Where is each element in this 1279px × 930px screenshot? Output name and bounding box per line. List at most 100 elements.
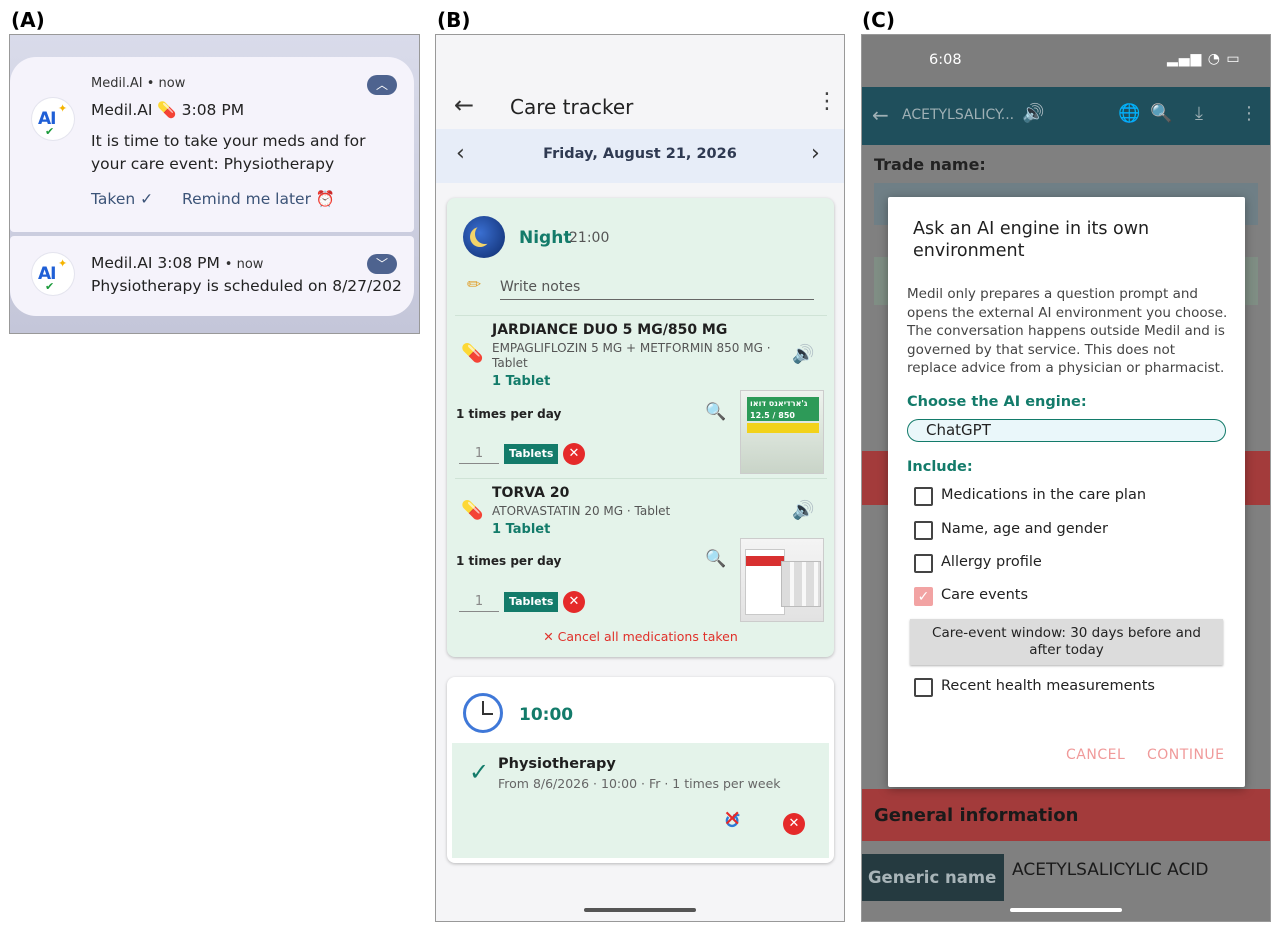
slot-label: Night — [519, 228, 572, 248]
continue-button[interactable]: CONTINUE — [1147, 747, 1225, 763]
notification-shade: AI ✦ ✔ Medil.AI • now ︿ Medil.AI 💊 3:08 … — [9, 34, 420, 334]
med-name: JARDIANCE DUO 5 MG/850 MG — [492, 322, 728, 338]
checkbox[interactable] — [914, 678, 933, 697]
close-icon: ✕ — [568, 594, 580, 609]
ask-ai-dialog: Ask an AI engine in its own environment … — [888, 197, 1245, 787]
notification-reminder[interactable]: AI ✦ ✔ Medil.AI • now ︿ Medil.AI 💊 3:08 … — [10, 57, 414, 232]
quantity-field[interactable]: 1 — [459, 592, 499, 612]
notification-body: It is time to take your meds and for you… — [91, 132, 366, 173]
expand-button[interactable]: ﹀ — [367, 254, 397, 274]
chevron-up-icon: ︿ — [375, 78, 388, 92]
app-bar: ← ACETYLSALICY... 🔊 🌐 🔍 ⤓ ⋮ — [862, 87, 1270, 145]
notification-when: • now — [146, 76, 186, 91]
cancel-all-button[interactable]: ✕ Cancel all medications taken — [447, 629, 834, 644]
home-indicator — [584, 908, 696, 912]
next-day-button[interactable]: › — [811, 141, 820, 166]
medication-photo[interactable] — [740, 538, 824, 622]
option-label: Allergy profile — [941, 554, 1042, 570]
care-event-window-button[interactable]: Care-event window: 30 days before and af… — [910, 619, 1223, 665]
remove-med-button[interactable]: ✕ — [563, 591, 585, 613]
unit-chip[interactable]: Tablets — [504, 444, 559, 464]
checkbox[interactable] — [914, 554, 933, 573]
taken-action-button[interactable]: Taken ✓ — [91, 190, 153, 208]
date-navigator: ‹ Friday, August 21, 2026 › — [436, 129, 844, 183]
close-icon: ✕ — [568, 446, 580, 461]
speaker-icon[interactable]: 🔊 — [792, 500, 814, 521]
notification-body: Physiotherapy is scheduled on 8/27/2026… — [91, 277, 401, 295]
drug-title: ACETYLSALICY... — [902, 107, 1015, 123]
panel-label-a: (A) — [11, 8, 45, 32]
quantity-field[interactable]: 1 — [459, 444, 499, 464]
pencil-icon: ✏ — [467, 275, 482, 295]
general-info-title: General information — [874, 805, 1079, 826]
option-label: Care events — [941, 587, 1029, 603]
ai-engine-select[interactable]: ChatGPT — [907, 419, 1226, 442]
checkmark-icon: ✓ — [469, 758, 490, 786]
remove-event-button[interactable]: ✕ — [783, 813, 805, 835]
cancel-button[interactable]: CANCEL — [1066, 747, 1125, 763]
check-icon: ✔ — [45, 280, 55, 293]
notification-app-name: Medil.AI — [91, 76, 143, 91]
engine-label: Choose the AI engine: — [907, 394, 1087, 410]
search-icon[interactable]: 🔍 — [1150, 103, 1172, 124]
general-info-header: General information — [862, 789, 1270, 841]
med-name: TORVA 20 — [492, 485, 570, 501]
home-indicator — [1010, 908, 1122, 912]
clock-icon — [463, 693, 503, 733]
speaker-icon[interactable]: 🔊 — [1022, 103, 1044, 124]
notes-underline — [500, 299, 814, 300]
search-icon[interactable]: 🔍 — [705, 402, 726, 422]
photo-box — [745, 549, 785, 615]
notification-title: Medil.AI 3:08 PM • now — [91, 254, 263, 272]
chevron-down-icon: ﹀ — [375, 257, 388, 271]
notification-schedule[interactable]: AI ✦ ✔ Medil.AI 3:08 PM • now ﹀ Physioth… — [10, 236, 414, 316]
medil-app-icon: AI ✦ ✔ — [32, 253, 74, 295]
med-frequency: 1 times per day — [456, 407, 562, 421]
back-arrow-icon[interactable]: ← — [454, 91, 474, 119]
checkbox-checked[interactable]: ✓ — [914, 587, 933, 606]
search-icon[interactable]: 🔍 — [705, 549, 726, 569]
page-title: Care tracker — [510, 95, 634, 119]
remind-later-action-button[interactable]: Remind me later ⏰ — [182, 190, 335, 208]
medication-photo[interactable]: ג'ארדיאנס דואו 850 / 12.5 — [740, 390, 824, 474]
med-frequency: 1 times per day — [456, 554, 562, 568]
dialog-title: Ask an AI engine in its own environment — [913, 219, 1150, 261]
divider — [455, 315, 827, 316]
check-icon: ✔ — [45, 125, 55, 138]
sparkle-icon: ✦ — [58, 102, 68, 115]
remove-med-button[interactable]: ✕ — [563, 443, 585, 465]
current-date: Friday, August 21, 2026 — [543, 146, 737, 162]
photo-blister — [781, 561, 821, 607]
notification-title-text: Medil.AI 3:08 PM — [91, 254, 220, 272]
speaker-icon[interactable]: 🔊 — [792, 344, 814, 365]
download-icon[interactable]: ⤓ — [1195, 103, 1203, 124]
med-ingredients: ATORVASTATIN 20 MG · Tablet — [492, 504, 671, 518]
checkbox[interactable] — [914, 521, 933, 540]
collapse-button[interactable]: ︿ — [367, 75, 397, 95]
option-label: Medications in the care plan — [941, 487, 1147, 503]
panel-label-b: (B) — [437, 8, 471, 32]
night-slot-card: Night 21:00 ✏ Write notes 💊 JARDIANCE DU… — [447, 198, 834, 657]
slot-time: 10:00 — [519, 705, 574, 725]
event-title: Physiotherapy — [498, 756, 616, 772]
night-moon-icon — [463, 216, 505, 258]
more-options-icon[interactable]: ⋮ — [816, 91, 838, 113]
photo-label-text: ג'ארדיאנס דואו 850 / 12.5 — [747, 397, 819, 421]
drug-info-screen: 6:08 ▂▄▆ ◔ ▭ ← ACETYLSALICY... 🔊 🌐 🔍 ⤓ ⋮… — [861, 34, 1271, 922]
app-bar: ← Care tracker ⋮ — [436, 85, 844, 129]
undo-icon[interactable]: ↺ — [723, 807, 741, 833]
signal-wifi-battery-icon: ▂▄▆ ◔ ▭ — [1167, 51, 1241, 67]
panel-label-c: (C) — [862, 8, 895, 32]
pill-icon: 💊 — [461, 500, 484, 521]
notes-placeholder[interactable]: Write notes — [500, 279, 580, 295]
status-bar: 6:08 ▂▄▆ ◔ ▭ — [862, 35, 1270, 87]
back-arrow-icon[interactable]: ← — [872, 103, 889, 127]
unit-chip[interactable]: Tablets — [504, 592, 559, 612]
event-schedule: From 8/6/2026 · 10:00 · Fr · 1 times per… — [498, 776, 781, 791]
checkbox[interactable] — [914, 487, 933, 506]
care-tracker-screen: ← Care tracker ⋮ ‹ Friday, August 21, 20… — [435, 34, 845, 922]
pill-icon: 💊 — [461, 343, 484, 364]
more-options-icon[interactable]: ⋮ — [1240, 103, 1258, 124]
option-label: Name, age and gender — [941, 521, 1108, 537]
globe-icon[interactable]: 🌐 — [1118, 103, 1140, 124]
